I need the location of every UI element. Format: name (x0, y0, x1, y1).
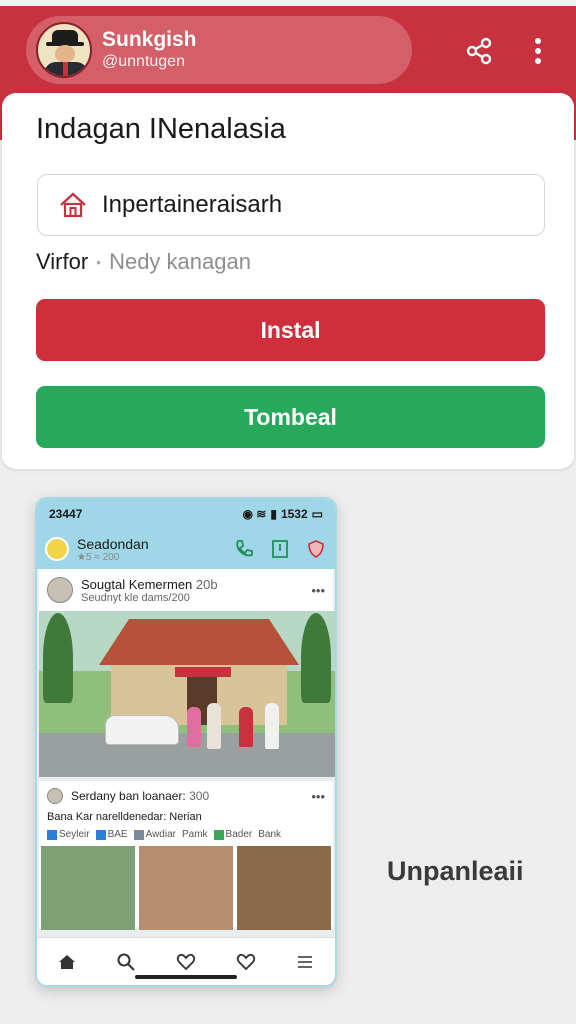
post-author: Serdany ban loanaer: (71, 789, 186, 803)
preview-appbar: Seadondan ★5 ≈ 200 (37, 529, 335, 569)
feed-post: Sougtal Kemermen 20b Seudnyt kle dams/20… (39, 569, 335, 777)
preview-bottom-nav (37, 937, 335, 985)
share-icon[interactable] (464, 36, 494, 66)
post-author: Sougtal Kemermen (81, 576, 193, 592)
vendor-name[interactable]: Virfor (36, 249, 88, 275)
battery-icon: ▭ (311, 507, 323, 521)
more-horizontal-icon: ••• (311, 582, 325, 598)
post-time: 300 (189, 789, 210, 803)
post-caption: Bana Kar narelldenedar: Nerian (47, 811, 202, 823)
profile-pill[interactable]: Sunkgish @unntugen (26, 16, 412, 84)
photo-grid (39, 846, 333, 930)
install-button[interactable]: Instal (36, 299, 545, 361)
bookmark-icon (272, 540, 288, 558)
search-input[interactable] (102, 191, 502, 219)
status-bar: 23447 ◉ ≋ ▮ 1532 ▭ (37, 499, 335, 529)
preview-app-name: Seadondan (77, 535, 149, 552)
preview-caption: Unpanleaii (387, 856, 524, 886)
post-tags: Seyleir BAE Awdiar Pamk Bader Bank (39, 823, 333, 846)
phone-icon (236, 540, 253, 557)
tag: Seyleir (59, 829, 90, 840)
preview-feed: Sougtal Kemermen 20b Seudnyt kle dams/20… (37, 569, 335, 953)
feed-post: Serdany ban loanaer: 300 ••• Bana Kar na… (39, 781, 333, 930)
search-field[interactable] (37, 174, 545, 236)
app-meta: Virfor • Nedy kanagan (36, 249, 251, 275)
status-time: 23447 (49, 507, 83, 521)
post-avatar (47, 788, 63, 804)
page-title: Indagan INenalasia (36, 113, 286, 145)
app-info-card: Indagan INenalasia Virfor • Nedy kanagan… (2, 93, 574, 469)
tag: Bank (258, 829, 282, 840)
home-icon (60, 192, 86, 218)
secondary-button[interactable]: Tombeal (36, 386, 545, 448)
profile-name: Sunkgish (102, 28, 197, 51)
photo-thumb (41, 846, 135, 930)
photo-thumb (237, 846, 331, 930)
home-icon (58, 954, 75, 969)
tag: Awdiar (145, 829, 176, 840)
tag: BAE (107, 829, 128, 840)
app-logo-icon (45, 537, 69, 561)
wifi-icon: ◉ ≋ (242, 507, 267, 521)
signal-icon: ▮ (270, 507, 277, 521)
tag: Pamk (181, 829, 208, 840)
shield-icon (308, 540, 324, 558)
post-avatar (47, 577, 73, 603)
avatar[interactable] (36, 22, 92, 78)
profile-text: Sunkgish @unntugen (102, 28, 197, 72)
post-photo (39, 611, 335, 777)
status-right: 1532 (280, 507, 308, 521)
home-indicator (135, 975, 237, 979)
more-horizontal-icon: ••• (311, 788, 325, 804)
profile-handle: @unntugen (102, 53, 185, 70)
post-time: 20b (195, 576, 218, 592)
app-subtitle: Nedy kanagan (109, 249, 251, 274)
heart-icon (176, 953, 196, 970)
more-vertical-icon[interactable] (523, 36, 553, 66)
separator-dot: • (96, 254, 102, 270)
screenshot-preview[interactable]: 23447 ◉ ≋ ▮ 1532 ▭ Seadondan ★5 ≈ 200 So… (35, 497, 337, 987)
tag: Bader (225, 829, 253, 840)
photo-thumb (139, 846, 233, 930)
search-icon (117, 953, 136, 971)
preview-app-sub: ★5 ≈ 200 (77, 551, 120, 563)
menu-icon (298, 955, 313, 968)
heart-outline-icon (236, 953, 255, 970)
post-subtitle: Seudnyt kle dams/200 (81, 591, 190, 604)
